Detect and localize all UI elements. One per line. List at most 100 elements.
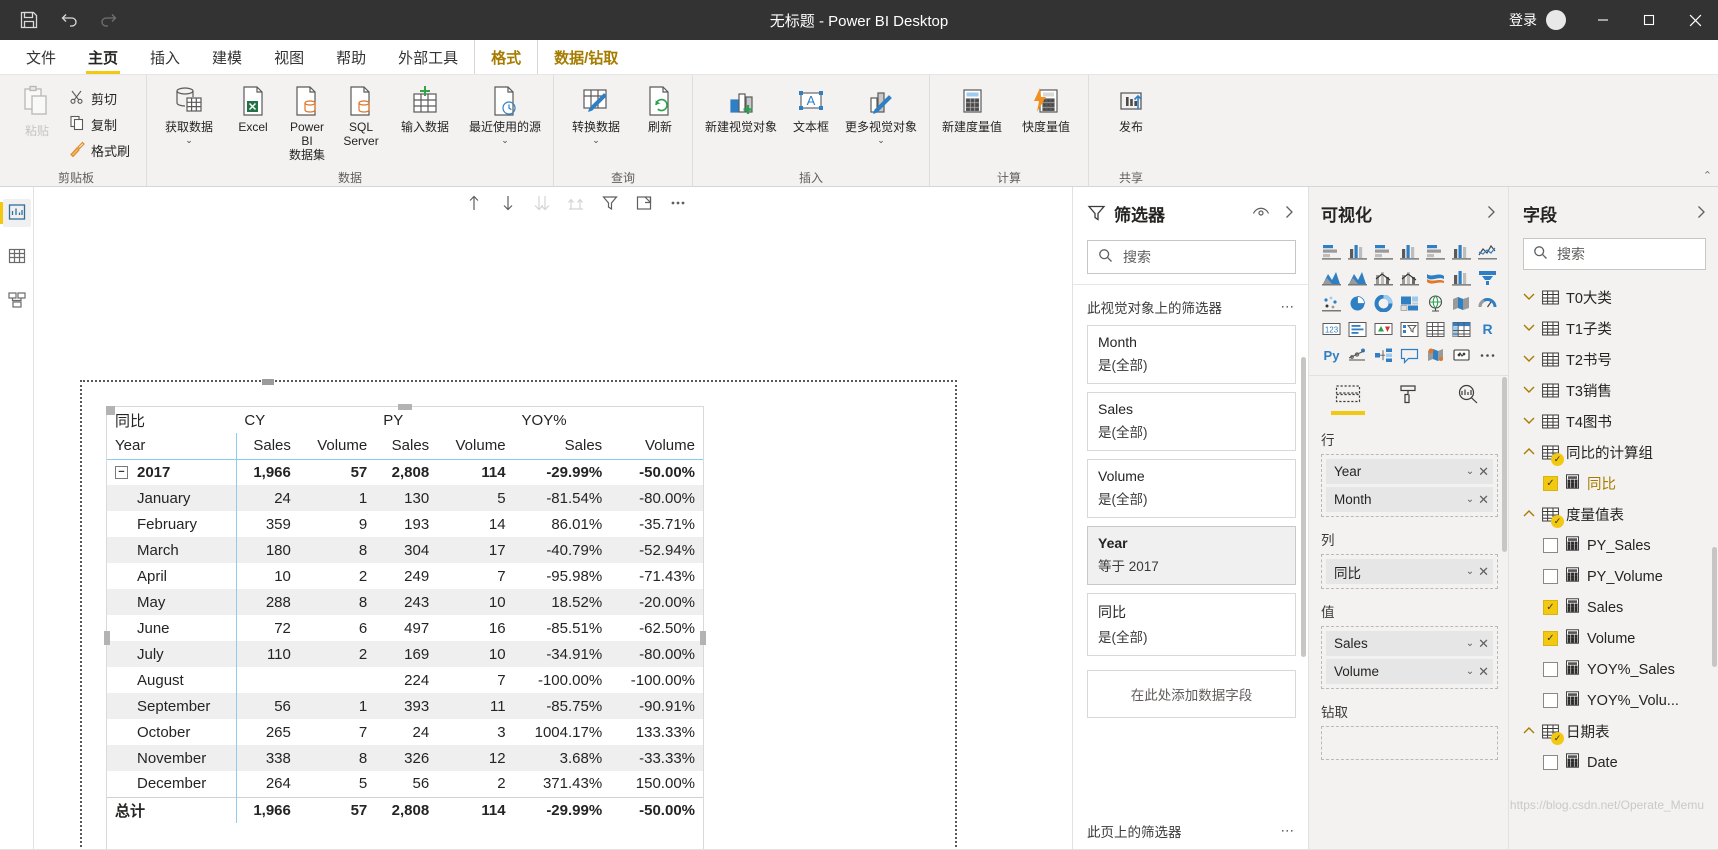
donut-chart-icon[interactable] [1371,292,1396,315]
clustered-bar-chart-icon[interactable] [1371,240,1396,263]
slicer-icon[interactable] [1397,318,1422,341]
ribbon-chart-icon[interactable] [1423,266,1448,289]
filter-card[interactable]: 同比 是(全部) [1087,593,1296,656]
resize-handle-middle-left[interactable] [104,630,110,645]
value-cell[interactable]: -80.00% [610,641,703,667]
row-label-cell[interactable]: 总计 [107,796,237,823]
value-cell[interactable]: 10 [437,641,513,667]
matrix-table[interactable]: 同比 CY PY YOY% Year Sales Volume Sales Vo… [107,407,703,823]
value-cell[interactable]: 180 [235,537,299,563]
value-cell[interactable]: 72 [235,615,299,641]
chevron-up-icon[interactable] [1523,726,1535,738]
row-label-cell[interactable]: October [107,719,236,745]
value-cell[interactable]: 249 [375,563,437,589]
filters-scrollbar[interactable] [1301,357,1306,657]
value-cell[interactable]: 243 [375,589,437,615]
filter-card[interactable]: Sales 是(全部) [1087,392,1296,451]
more-visuals-ellipsis-icon[interactable] [1475,344,1500,367]
value-cell[interactable]: 2 [299,563,375,589]
field-chip[interactable]: Month ⌄ ✕ [1326,487,1493,512]
table-row[interactable]: February 359 9 193 14 86.01% -35.71% [107,511,703,537]
filter-card[interactable]: Month 是(全部) [1087,325,1296,384]
value-cell[interactable]: -52.94% [610,537,703,563]
table-row[interactable]: May 288 8 243 10 18.52% -20.00% [107,589,703,615]
table-icon[interactable] [1423,318,1448,341]
value-cell[interactable]: 24 [235,485,299,511]
table-row[interactable]: August 224 7 -100.00% -100.00% [107,667,703,693]
maximize-button[interactable] [1626,0,1672,40]
area-chart-icon[interactable] [1319,266,1344,289]
enter-data-button[interactable]: 输入数据 [389,81,461,138]
value-cell[interactable]: 371.43% [514,771,611,797]
value-cell[interactable]: 130 [375,485,437,511]
chevron-down-icon[interactable]: ⌄ [1466,566,1474,577]
value-cell[interactable]: 2 [299,641,375,667]
report-canvas[interactable]: 同比 CY PY YOY% Year Sales Volume Sales Vo… [34,187,1072,849]
clustered-column-chart-icon[interactable] [1397,240,1422,263]
sql-server-button[interactable]: SQL Server [335,81,387,152]
ribbon-tab-insert[interactable]: 插入 [134,40,196,74]
decomposition-tree-icon[interactable] [1371,344,1396,367]
value-cell[interactable]: -33.33% [610,745,703,771]
value-cell[interactable]: -50.00% [610,796,703,823]
recent-sources-button[interactable]: 最近使用的源 ⌄ [463,81,547,147]
fields-tab[interactable] [1331,384,1365,419]
table-row[interactable]: 总计 1,966 57 2,808 114 -29.99% -50.00% [107,796,703,823]
value-cell[interactable]: 5 [437,485,513,511]
collapse-visualizations-icon[interactable] [1484,204,1498,223]
field-checkbox[interactable]: ✓ [1543,631,1558,646]
value-cell[interactable]: 264 [235,771,299,797]
close-button[interactable] [1672,0,1718,40]
analytics-tab[interactable] [1451,384,1485,419]
filter-card[interactable]: Year 等于 2017 [1087,526,1296,585]
stacked-area-chart-icon[interactable] [1345,266,1370,289]
chevron-down-icon[interactable] [1523,354,1535,366]
value-cell[interactable]: 326 [375,745,437,771]
row-label-cell[interactable]: May [107,589,236,615]
table-row[interactable]: September 56 1 393 11 -85.75% -90.91% [107,693,703,719]
minimize-button[interactable] [1580,0,1626,40]
value-cell[interactable]: -100.00% [514,667,611,693]
waterfall-chart-icon[interactable] [1449,266,1474,289]
resize-handle-top-middle[interactable] [398,404,412,410]
resize-handle-middle-right[interactable] [700,630,706,645]
chevron-up-icon[interactable] [1523,509,1535,521]
value-cell[interactable]: -40.79% [514,537,611,563]
visualization-type-grid[interactable]: 123 R Py [1309,236,1508,373]
value-cell[interactable]: 2,808 [375,796,438,823]
row-label-cell[interactable]: June [107,615,236,641]
value-cell[interactable]: 2,808 [375,459,437,485]
value-cell[interactable]: 3 [437,719,513,745]
fields-scrollbar[interactable] [1712,547,1717,667]
ribbon-tab-help[interactable]: 帮助 [320,40,382,74]
drill-down-button[interactable] [498,193,518,213]
value-cell[interactable]: -34.91% [514,641,611,667]
gauge-icon[interactable] [1475,292,1500,315]
value-cell[interactable]: 11 [437,693,513,719]
text-box-button[interactable]: A 文本框 [785,81,837,138]
chevron-down-icon[interactable] [1523,323,1535,335]
value-cell[interactable]: 8 [299,589,375,615]
table-row[interactable]: −2017 1,966 57 2,808 114 -29.99% -50.00% [107,459,703,485]
collapse-ribbon-button[interactable]: ⌃ [1703,169,1712,182]
field-checkbox[interactable] [1543,569,1558,584]
row-label-cell[interactable]: September [107,693,236,719]
field-checkbox[interactable]: ✓ [1543,476,1558,491]
chevron-down-icon[interactable]: ⌄ [185,135,193,144]
expand-all-button[interactable] [532,193,552,213]
filters-search-box[interactable]: 搜索 [1087,240,1296,274]
row-expander-icon[interactable]: − [115,466,128,480]
transform-data-button[interactable]: 转换数据 ⌄ [560,81,632,147]
value-cell[interactable]: 57 [299,459,375,485]
chevron-down-icon[interactable] [1523,292,1535,304]
fields-table-row[interactable]: ✓ 同比的计算组 [1509,437,1718,468]
row-label-cell[interactable]: January [107,485,236,511]
field-checkbox[interactable]: ✓ [1543,600,1558,615]
model-view-button[interactable] [3,287,31,315]
value-cell[interactable]: 114 [437,796,514,823]
field-well[interactable]: Year ⌄ ✕ Month ⌄ ✕ [1321,454,1498,517]
value-cell[interactable]: -100.00% [610,667,703,693]
fields-field-row[interactable]: ✓ 同比 [1509,468,1718,499]
table-row[interactable]: July 110 2 169 10 -34.91% -80.00% [107,641,703,667]
field-well[interactable]: 同比 ⌄ ✕ [1321,554,1498,589]
